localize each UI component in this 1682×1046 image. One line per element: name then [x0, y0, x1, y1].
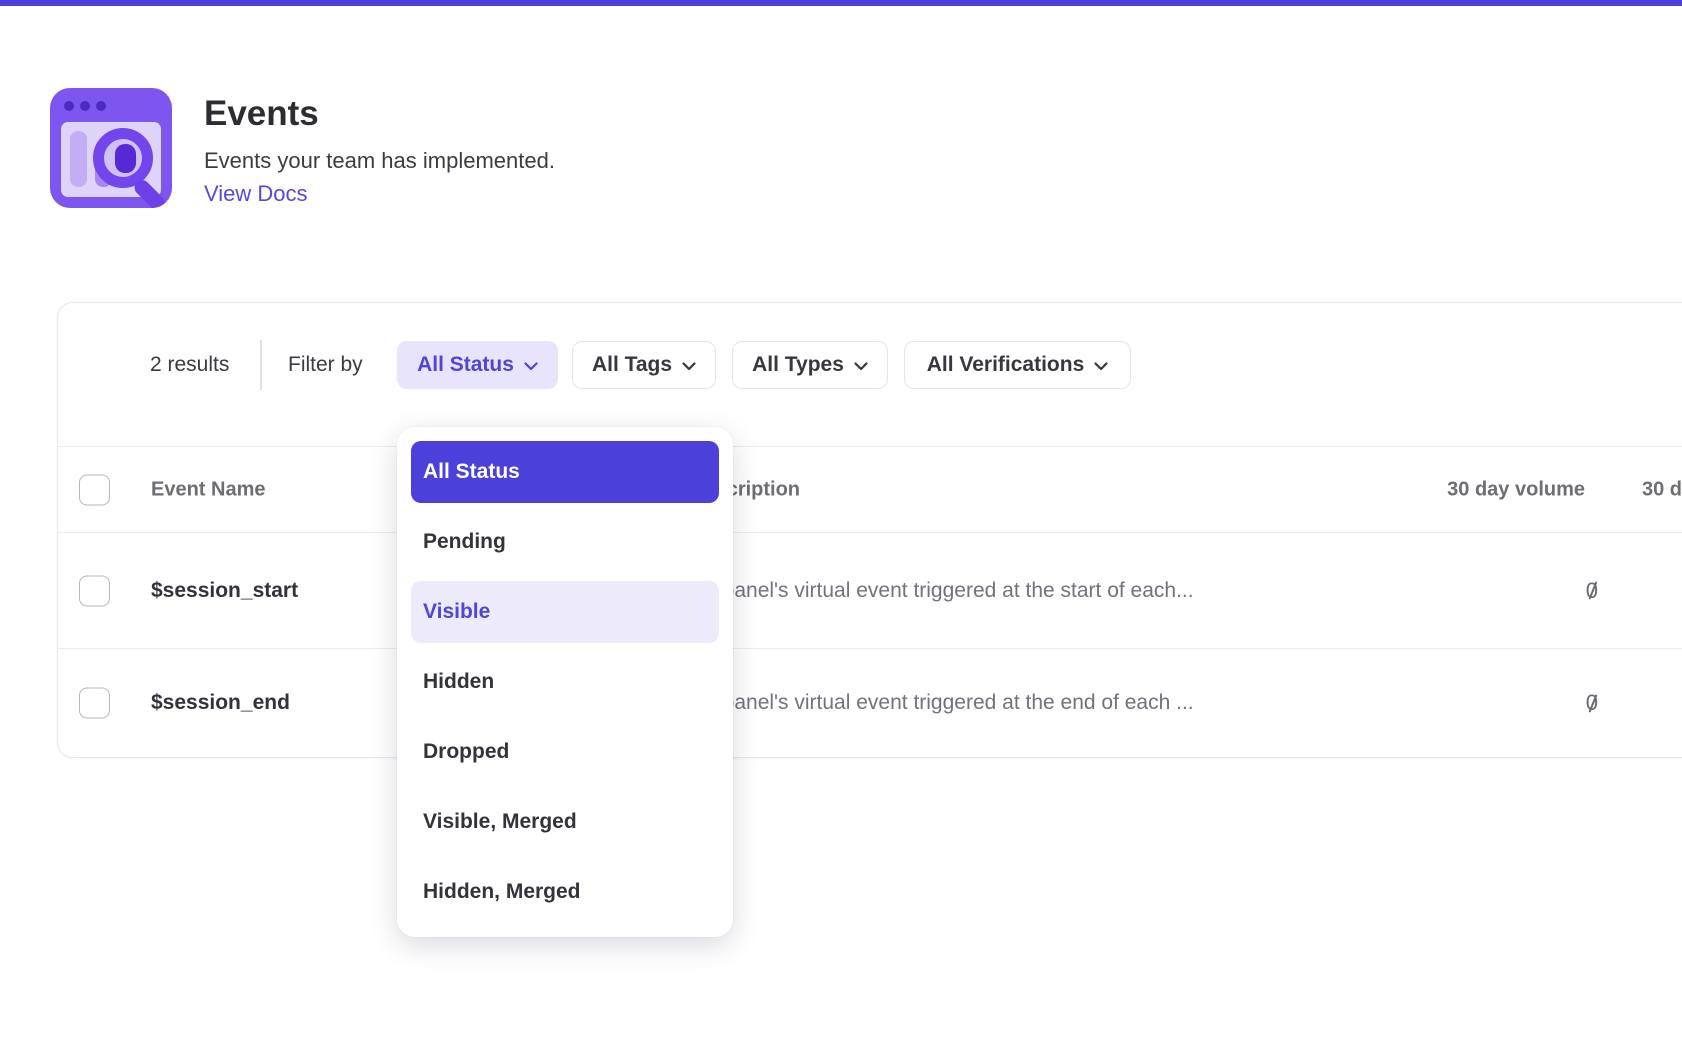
chevron-down-icon — [682, 362, 696, 371]
filter-label: All Status — [417, 353, 514, 377]
filter-by-label: Filter by — [288, 353, 363, 377]
row-checkbox[interactable] — [79, 688, 110, 719]
table-row[interactable]: $session_start Mixpanel's virtual event … — [58, 533, 1682, 649]
event-description: Mixpanel's virtual event triggered at th… — [690, 579, 1194, 603]
dropdown-item-hidden-merged[interactable]: Hidden, Merged — [411, 861, 719, 923]
event-name[interactable]: $session_end — [151, 691, 290, 715]
dropdown-item-pending[interactable]: Pending — [411, 511, 719, 573]
event-30-day-volume: 0 — [1586, 578, 1598, 604]
dropdown-item-visible[interactable]: Visible — [411, 581, 719, 643]
results-count: 2 results — [150, 353, 229, 377]
page-subtitle: Events your team has implemented. — [204, 148, 555, 174]
magnifier-glass — [115, 144, 136, 173]
window-screen — [61, 122, 161, 197]
chevron-down-icon — [524, 362, 538, 371]
window-dot-icon — [96, 101, 106, 111]
table-header-row: Event Name Description 30 day volume 30 … — [58, 446, 1682, 533]
status-filter-dropdown: All Status Pending Visible Hidden Droppe… — [397, 427, 733, 937]
dropdown-item-dropped[interactable]: Dropped — [411, 721, 719, 783]
chart-bar — [70, 131, 87, 187]
row-checkbox[interactable] — [79, 575, 110, 606]
event-30-day-volume: 0 — [1586, 690, 1598, 716]
magnifier-handle — [131, 177, 167, 208]
dropdown-item-all-status[interactable]: All Status — [411, 441, 719, 503]
column-header-event-name[interactable]: Event Name — [151, 478, 266, 501]
filter-all-tags-button[interactable]: All Tags — [572, 341, 716, 389]
toolbar-divider — [260, 340, 262, 390]
events-page: Events Events your team has implemented.… — [0, 0, 1682, 1046]
window-dot-icon — [64, 101, 74, 111]
window-dot-icon — [80, 101, 90, 111]
select-all-checkbox[interactable] — [79, 474, 110, 505]
view-docs-link[interactable]: View Docs — [204, 181, 308, 207]
filter-label: All Tags — [592, 353, 672, 377]
chevron-down-icon — [854, 362, 868, 371]
filter-label: All Verifications — [927, 353, 1085, 377]
event-description: Mixpanel's virtual event triggered at th… — [690, 691, 1194, 715]
filter-all-status-button[interactable]: All Status — [397, 341, 558, 389]
events-browser-chart-icon — [50, 88, 172, 208]
event-name[interactable]: $session_start — [151, 579, 298, 603]
filter-all-types-button[interactable]: All Types — [732, 341, 888, 389]
table-row[interactable]: $session_end Mixpanel's virtual event tr… — [58, 649, 1682, 757]
top-accent-bar — [0, 0, 1682, 6]
filter-label: All Types — [752, 353, 844, 377]
column-header-30-day-users[interactable]: 30 day users — [1642, 478, 1682, 501]
dropdown-item-visible-merged[interactable]: Visible, Merged — [411, 791, 719, 853]
page-title: Events — [204, 94, 319, 134]
dropdown-item-hidden[interactable]: Hidden — [411, 651, 719, 713]
filter-all-verifications-button[interactable]: All Verifications — [904, 341, 1131, 389]
column-header-30-day-volume[interactable]: 30 day volume — [1447, 478, 1585, 501]
chevron-down-icon — [1094, 362, 1108, 371]
